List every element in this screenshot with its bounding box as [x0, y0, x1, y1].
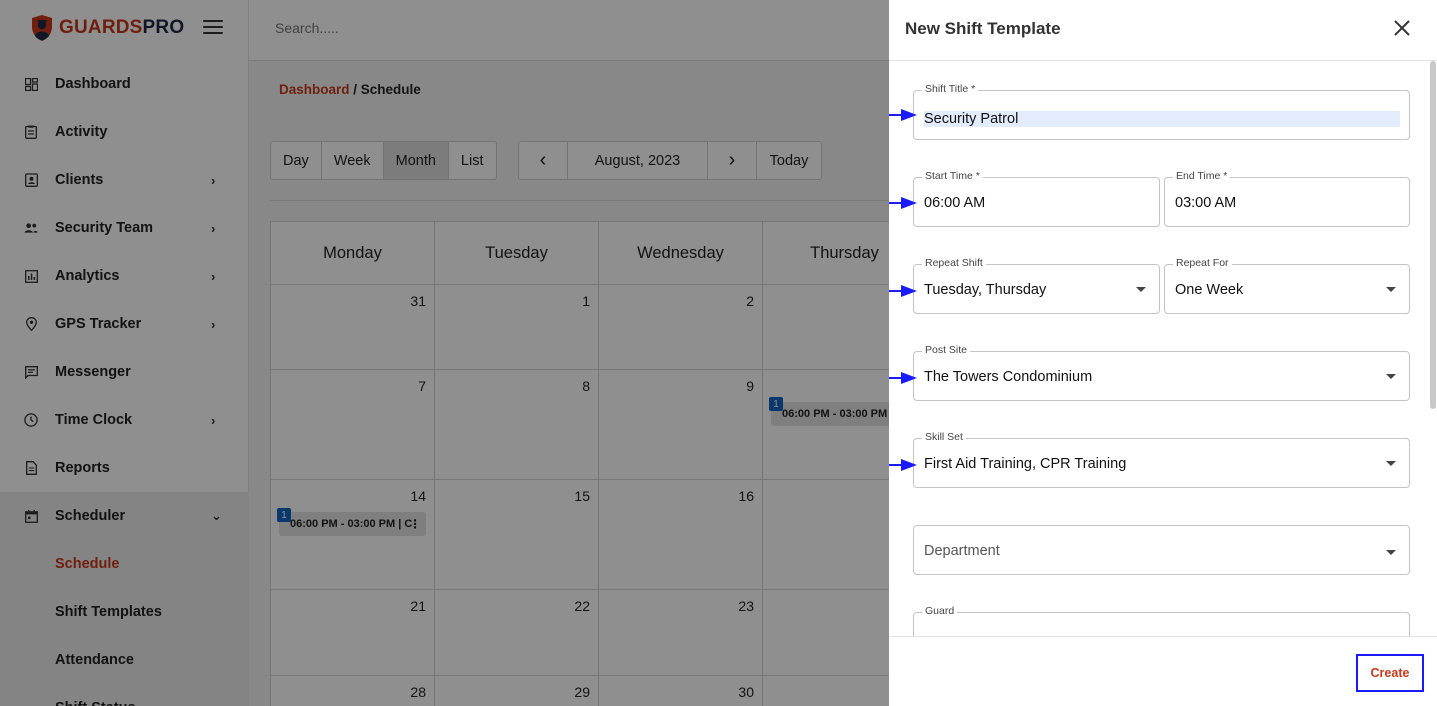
post-site-select[interactable]: Post Site The Towers Condominium	[913, 344, 1410, 401]
repeat-shift-value: Tuesday, Thursday	[924, 282, 1047, 298]
modal-backdrop[interactable]	[0, 0, 889, 706]
shift-title-field[interactable]: Shift Title * Security Patrol	[913, 83, 1410, 140]
field-label: End Time *	[1173, 170, 1231, 182]
annotation-arrow-icon	[889, 372, 917, 384]
drawer-header: New Shift Template	[889, 0, 1437, 61]
annotation-arrow-icon	[889, 459, 917, 471]
field-label: Start Time *	[922, 170, 983, 182]
field-label: Repeat Shift	[922, 257, 986, 269]
dropdown-arrow-icon	[1386, 461, 1396, 466]
repeat-for-value: One Week	[1175, 282, 1244, 298]
drawer-scrollbar[interactable]	[1430, 61, 1436, 409]
field-label: Repeat For	[1173, 257, 1232, 269]
new-shift-template-drawer: New Shift Template Shift Title * Securit…	[889, 0, 1437, 706]
close-icon[interactable]	[1393, 19, 1411, 37]
skill-set-select[interactable]: Skill Set First Aid Training, CPR Traini…	[913, 431, 1410, 488]
department-select[interactable]: Department	[913, 525, 1410, 575]
annotation-arrow-icon	[889, 109, 917, 121]
dropdown-arrow-icon	[1136, 287, 1146, 292]
drawer-form: Shift Title * Security Patrol Start Time…	[889, 61, 1437, 636]
start-time-field[interactable]: Start Time * 06:00 AM	[913, 170, 1160, 227]
post-site-value: The Towers Condominium	[924, 369, 1093, 385]
start-time-value: 06:00 AM	[924, 195, 986, 211]
field-label: Shift Title *	[922, 83, 979, 95]
dropdown-arrow-icon	[1386, 374, 1396, 379]
skill-set-value: First Aid Training, CPR Training	[924, 456, 1127, 472]
guard-select[interactable]: Guard	[913, 605, 1410, 636]
field-label: Skill Set	[922, 431, 966, 443]
create-button[interactable]: Create	[1356, 654, 1424, 692]
shift-title-value: Security Patrol	[924, 111, 1400, 127]
end-time-field[interactable]: End Time * 03:00 AM	[1164, 170, 1410, 227]
field-label: Post Site	[922, 344, 971, 356]
end-time-value: 03:00 AM	[1175, 195, 1237, 211]
drawer-title: New Shift Template	[905, 19, 1061, 38]
repeat-for-select[interactable]: Repeat For One Week	[1164, 257, 1410, 314]
drawer-footer: Create	[889, 636, 1437, 706]
annotation-arrow-icon	[889, 197, 917, 209]
field-label: Guard	[922, 605, 958, 617]
annotation-arrow-icon	[889, 285, 917, 297]
repeat-shift-select[interactable]: Repeat Shift Tuesday, Thursday	[913, 257, 1160, 314]
dropdown-arrow-icon	[1386, 550, 1396, 555]
dropdown-arrow-icon	[1386, 287, 1396, 292]
department-placeholder: Department	[924, 543, 1000, 559]
